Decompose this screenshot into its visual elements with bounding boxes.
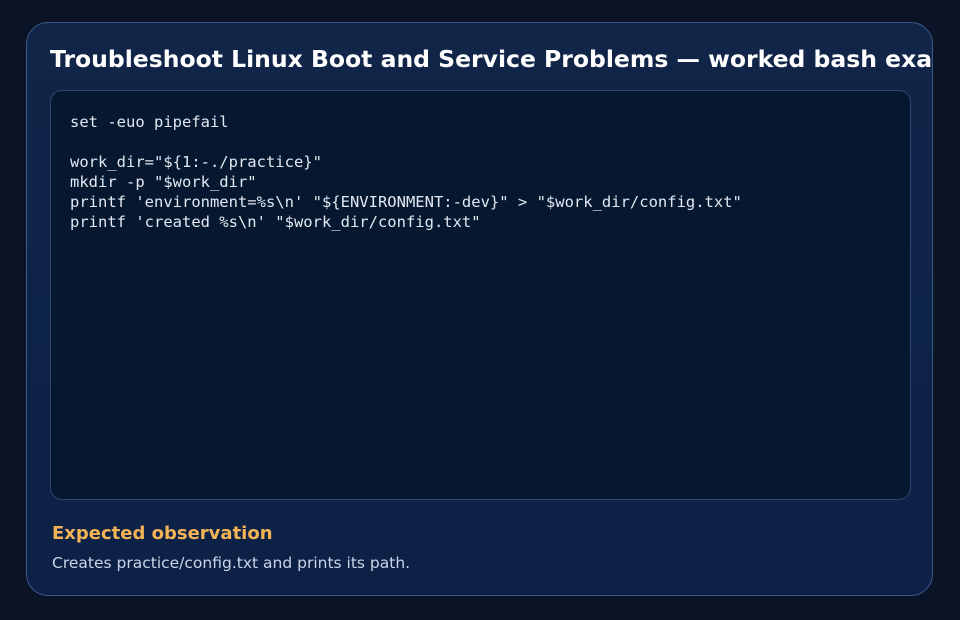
page-title: Troubleshoot Linux Boot and Service Prob… xyxy=(50,45,933,73)
observation-heading: Expected observation xyxy=(52,523,273,544)
code-line: printf 'environment=%s\n' "${ENVIRONMENT… xyxy=(70,193,742,211)
example-card: Troubleshoot Linux Boot and Service Prob… xyxy=(26,22,933,596)
code-line: set -euo pipefail xyxy=(70,113,229,131)
code-line: printf 'created %s\n' "$work_dir/config.… xyxy=(70,213,481,231)
observation-text: Creates practice/config.txt and prints i… xyxy=(52,554,411,572)
code-block[interactable]: set -euo pipefail work_dir="${1:-./pract… xyxy=(50,90,911,500)
code-text[interactable]: set -euo pipefail work_dir="${1:-./pract… xyxy=(70,112,742,232)
code-line: work_dir="${1:-./practice}" xyxy=(70,153,322,171)
code-line: mkdir -p "$work_dir" xyxy=(70,173,257,191)
